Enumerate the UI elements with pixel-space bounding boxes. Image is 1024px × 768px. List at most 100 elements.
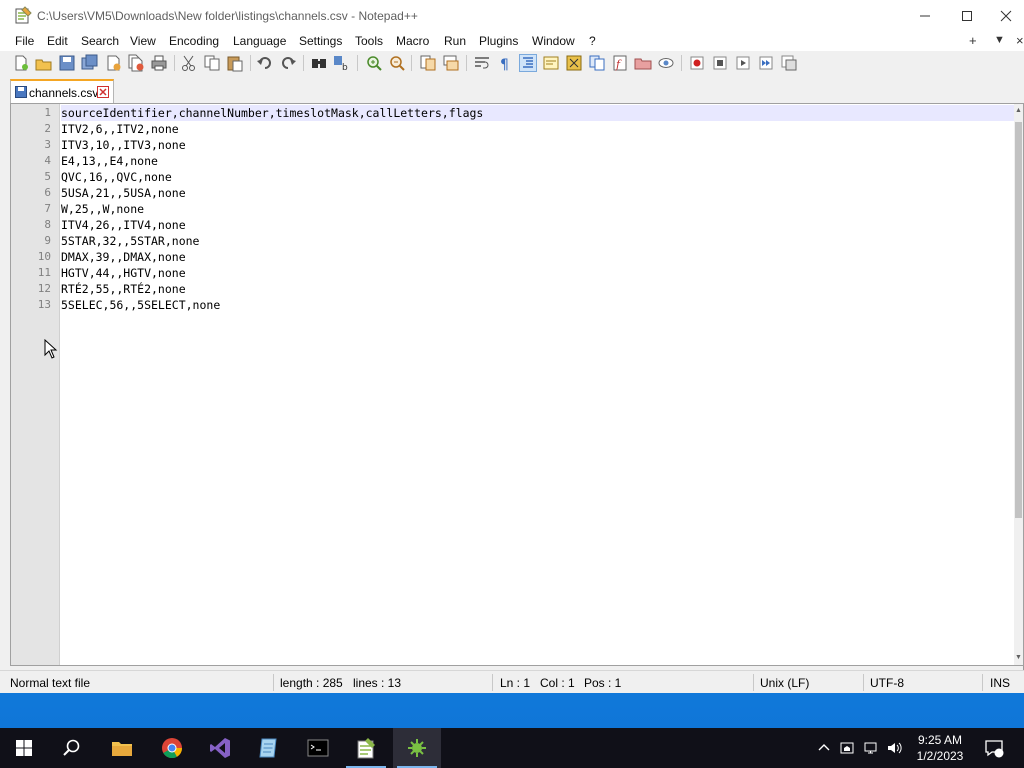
indent-guide-button[interactable]	[519, 54, 537, 72]
chevron-up-icon[interactable]	[816, 740, 832, 756]
doc-map-icon[interactable]	[565, 54, 583, 72]
scrollbar-thumb[interactable]	[1015, 122, 1022, 518]
code-line[interactable]: W,25,,W,none	[61, 201, 144, 217]
network-icon[interactable]	[863, 740, 879, 756]
redo-icon[interactable]	[279, 54, 297, 72]
status-length: length : 285	[280, 676, 343, 690]
status-bar: Normal text file length : 285 lines : 13…	[0, 670, 1024, 693]
file-explorer-icon	[112, 742, 132, 756]
find-icon[interactable]	[310, 54, 328, 72]
play-macro-icon[interactable]	[734, 54, 752, 72]
zoom-in-icon[interactable]	[365, 54, 383, 72]
cut-icon[interactable]	[180, 54, 198, 72]
security-icon[interactable]	[839, 740, 855, 756]
visual-studio-icon	[210, 738, 230, 758]
code-line[interactable]: ITV4,26,,ITV4,none	[61, 217, 186, 233]
zoom-out-icon[interactable]	[388, 54, 406, 72]
menu-plugins[interactable]: Plugins	[479, 34, 518, 48]
close-doc-button[interactable]: ×	[1016, 33, 1024, 48]
sync-v-icon[interactable]	[419, 54, 437, 72]
close-window-button[interactable]	[988, 0, 1024, 31]
clock[interactable]: 9:25 AM 1/2/2023	[905, 732, 975, 764]
tab-channels-csv[interactable]: channels.csv	[10, 79, 114, 103]
code-line[interactable]: 5STAR,32,,5STAR,none	[61, 233, 199, 249]
menu-view[interactable]: View	[130, 34, 156, 48]
taskbar-chrome[interactable]	[148, 728, 196, 768]
code-line[interactable]: 5SELEC,56,,5SELECT,none	[61, 297, 220, 313]
start-button[interactable]	[0, 728, 48, 768]
run-macro-multiple-icon[interactable]	[757, 54, 775, 72]
paste-icon[interactable]	[226, 54, 244, 72]
replace-icon[interactable]: b	[333, 54, 351, 72]
code-line[interactable]: RTÉ2,55,,RTÉ2,none	[61, 281, 186, 297]
udl-icon[interactable]	[542, 54, 560, 72]
minimize-button[interactable]	[902, 0, 948, 31]
doc-list-icon[interactable]	[588, 54, 606, 72]
menu-macro[interactable]: Macro	[396, 34, 429, 48]
stop-macro-icon[interactable]	[711, 54, 729, 72]
add-button[interactable]: +	[969, 33, 977, 48]
scroll-down-icon[interactable]: ▼	[1014, 653, 1023, 663]
clock-time: 9:25 AM	[917, 733, 963, 747]
search-icon	[63, 739, 80, 756]
undo-icon[interactable]	[256, 54, 274, 72]
mouse-cursor-icon	[44, 339, 58, 359]
print-icon[interactable]	[150, 54, 168, 72]
taskbar-notepad[interactable]	[244, 728, 292, 768]
sync-h-icon[interactable]	[442, 54, 460, 72]
notification-icon[interactable]	[984, 738, 1004, 758]
status-eol[interactable]: Unix (LF)	[760, 676, 809, 690]
code-line[interactable]: HGTV,44,,HGTV,none	[61, 265, 186, 281]
line-number: 5	[44, 170, 51, 183]
function-list-icon[interactable]: f	[611, 54, 629, 72]
search-button[interactable]	[48, 728, 96, 768]
menu-settings[interactable]: Settings	[299, 34, 342, 48]
status-encoding[interactable]: UTF-8	[870, 676, 904, 690]
menu-run[interactable]: Run	[444, 34, 466, 48]
vertical-scrollbar[interactable]: ▲ ▼	[1014, 104, 1023, 665]
menu-language[interactable]: Language	[233, 34, 286, 48]
notepad-plus-plus-icon	[357, 738, 375, 759]
code-line[interactable]: QVC,16,,QVC,none	[61, 169, 172, 185]
menu-search[interactable]: Search	[81, 34, 119, 48]
code-line[interactable]: ITV2,6,,ITV2,none	[61, 121, 179, 137]
menu-encoding[interactable]: Encoding	[169, 34, 219, 48]
monitoring-icon[interactable]	[657, 54, 675, 72]
tab-close-icon[interactable]	[97, 86, 109, 98]
maximize-button[interactable]	[944, 0, 990, 31]
volume-icon[interactable]	[886, 740, 902, 756]
show-all-chars-icon[interactable]: ¶	[496, 54, 514, 72]
save-macro-icon[interactable]	[780, 54, 798, 72]
menu-window[interactable]: Window	[532, 34, 575, 48]
taskbar-terminal[interactable]	[294, 728, 342, 768]
taskbar-visual-studio[interactable]	[196, 728, 244, 768]
code-line[interactable]: ITV3,10,,ITV3,none	[61, 137, 186, 153]
code-line[interactable]: DMAX,39,,DMAX,none	[61, 249, 186, 265]
title-bar[interactable]: C:\Users\VM5\Downloads\New folder\listin…	[0, 0, 1024, 31]
scroll-up-icon[interactable]: ▲	[1014, 106, 1023, 116]
new-file-icon[interactable]	[12, 54, 30, 72]
taskbar-file-explorer[interactable]	[98, 728, 146, 768]
code-line[interactable]: sourceIdentifier,channelNumber,timeslotM…	[61, 105, 483, 121]
close-icon[interactable]	[104, 54, 122, 72]
taskbar-paint[interactable]	[393, 728, 441, 768]
code-line[interactable]: 5USA,21,,5USA,none	[61, 185, 186, 201]
dropdown-button[interactable]: ▼	[994, 34, 1005, 46]
save-icon[interactable]	[58, 54, 76, 72]
record-macro-icon[interactable]	[688, 54, 706, 72]
code-line[interactable]: E4,13,,E4,none	[61, 153, 158, 169]
open-file-icon[interactable]	[35, 54, 53, 72]
menu-file[interactable]: File	[15, 34, 34, 48]
menu-help[interactable]: ?	[589, 34, 596, 48]
taskbar-notepad-plus-plus[interactable]	[342, 728, 390, 768]
word-wrap-icon[interactable]	[473, 54, 491, 72]
status-mode[interactable]: INS	[990, 676, 1010, 690]
paint-icon	[408, 739, 426, 757]
save-all-icon[interactable]	[81, 54, 99, 72]
menu-edit[interactable]: Edit	[47, 34, 68, 48]
text-editor[interactable]: 1 2 3 4 5 6 7 8 9 10 11 12 13 sourceIden…	[10, 103, 1024, 666]
menu-tools[interactable]: Tools	[355, 34, 383, 48]
folder-workspace-icon[interactable]	[634, 54, 652, 72]
copy-icon[interactable]	[203, 54, 221, 72]
close-all-icon[interactable]	[127, 54, 145, 72]
